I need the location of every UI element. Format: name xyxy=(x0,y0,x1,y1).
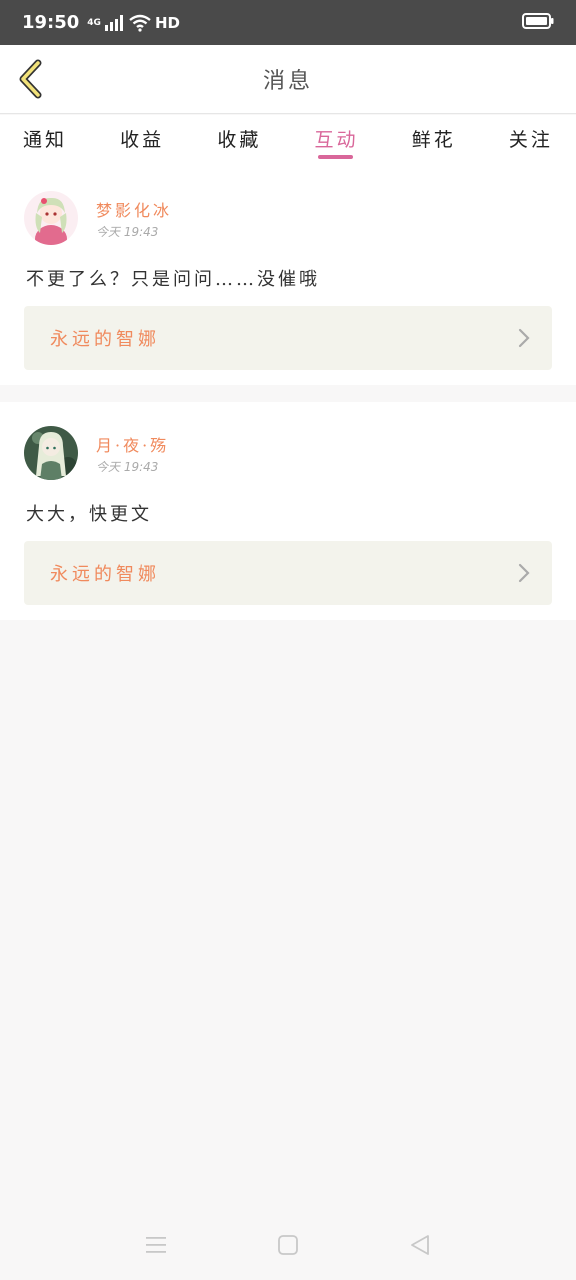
battery-icon xyxy=(522,12,554,34)
chevron-right-icon xyxy=(518,563,530,583)
wifi-icon xyxy=(129,14,151,32)
message-card: 梦影化冰 今天 19:43 不更了么？只是问问……没催哦 永远的智娜 xyxy=(0,167,576,385)
avatar[interactable] xyxy=(24,191,78,245)
book-link[interactable]: 永远的智娜 xyxy=(24,306,552,370)
book-title: 永远的智娜 xyxy=(50,564,160,585)
hd-indicator: HD xyxy=(154,13,180,32)
status-time: 19:50 xyxy=(22,12,80,33)
tab-favorites[interactable]: 收藏 xyxy=(216,115,262,167)
tab-notice[interactable]: 通知 xyxy=(22,115,68,167)
timestamp: 今天 19:43 xyxy=(96,460,159,474)
message-text: 不更了么？只是问问……没催哦 xyxy=(26,269,320,290)
book-link[interactable]: 永远的智娜 xyxy=(24,541,552,605)
system-nav-bar xyxy=(0,1210,576,1280)
tab-bar: 通知 收益 收藏 互动 鲜花 关注 xyxy=(0,115,576,167)
message-text: 大大，快更文 xyxy=(26,504,152,525)
tab-earnings[interactable]: 收益 xyxy=(119,115,165,167)
signal-indicator: 4G HD xyxy=(87,14,180,32)
header: 消息 xyxy=(0,45,576,114)
home-icon[interactable] xyxy=(277,1234,299,1256)
avatar[interactable] xyxy=(24,426,78,480)
timestamp: 今天 19:43 xyxy=(96,225,159,239)
status-bar: 19:50 4G HD xyxy=(0,0,576,45)
page-title: 消息 xyxy=(262,69,313,94)
back-arrow-icon[interactable] xyxy=(14,57,48,101)
username[interactable]: 月·夜·殇 xyxy=(96,432,169,456)
username[interactable]: 梦影化冰 xyxy=(96,197,172,221)
message-card: 月·夜·殇 今天 19:43 大大，快更文 永远的智娜 xyxy=(0,402,576,620)
signal-icon xyxy=(104,14,123,31)
book-title: 永远的智娜 xyxy=(50,329,160,350)
tab-interaction[interactable]: 互动 xyxy=(314,115,360,167)
menu-icon[interactable] xyxy=(145,1235,167,1255)
tab-follow[interactable]: 关注 xyxy=(508,115,554,167)
tab-flowers[interactable]: 鲜花 xyxy=(411,115,457,167)
back-icon[interactable] xyxy=(409,1234,431,1256)
network-type: 4G xyxy=(87,17,101,28)
chevron-right-icon xyxy=(518,328,530,348)
